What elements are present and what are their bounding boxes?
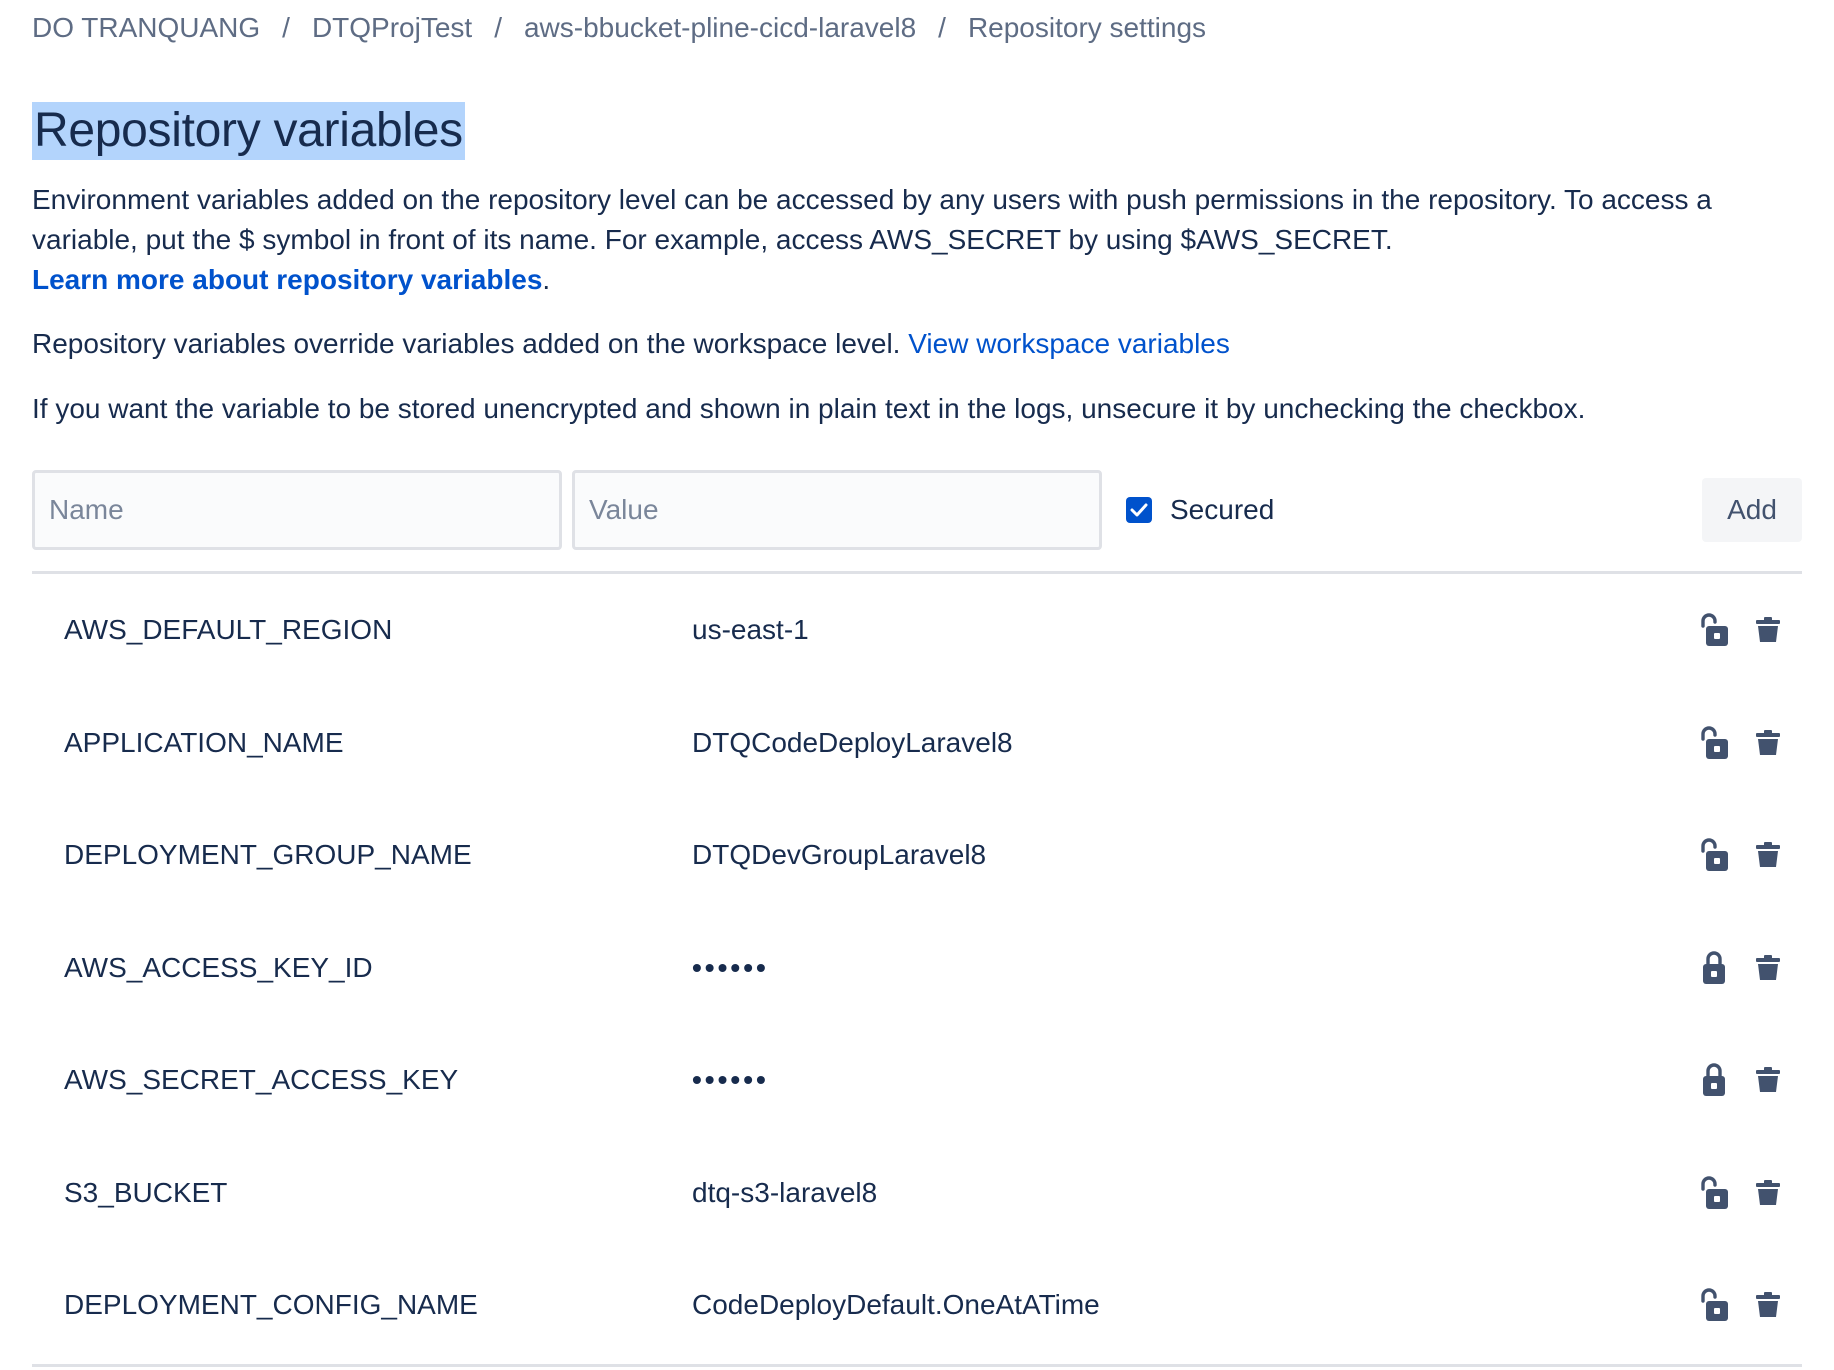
trash-icon[interactable] [1748,1062,1788,1098]
table-row: APPLICATION_NAME DTQCodeDeployLaravel8 [32,687,1802,800]
unlock-icon[interactable] [1694,837,1734,873]
override-text: Repository variables override variables … [32,328,901,359]
learn-more-suffix: . [542,264,551,295]
repository-variables-page: DO TRANQUANG / DTQProjTest / aws-bbucket… [0,0,1834,1370]
breadcrumb-separator: / [938,12,946,43]
variable-name: APPLICATION_NAME [64,726,344,758]
breadcrumb-item-project[interactable]: DTQProjTest [312,12,472,44]
variable-value: us-east-1 [692,614,809,645]
variable-value-input[interactable] [572,470,1102,550]
checkmark-icon [1130,503,1148,517]
trash-icon[interactable] [1748,612,1788,648]
row-actions [1694,1287,1788,1323]
table-row: AWS_ACCESS_KEY_ID •••••• [32,912,1802,1025]
variable-name: DEPLOYMENT_GROUP_NAME [64,839,472,870]
breadcrumb-item-repository[interactable]: aws-bbucket-pline-cicd-laravel8 [524,12,916,44]
row-actions [1694,1175,1788,1211]
row-actions [1694,837,1788,873]
variable-value-masked: •••••• [692,951,769,983]
row-actions [1694,1062,1788,1098]
variable-value: DTQDevGroupLaravel8 [692,839,987,870]
variable-value: DTQCodeDeployLaravel8 [692,726,1013,758]
row-actions [1694,612,1788,648]
page-title: Repository variables [32,102,465,160]
variable-value: dtq-s3-laravel8 [692,1176,878,1208]
lock-icon[interactable] [1694,1062,1734,1098]
table-row: DEPLOYMENT_CONFIG_NAME CodeDeployDefault… [32,1249,1802,1362]
lock-icon[interactable] [1694,950,1734,986]
unlock-icon[interactable] [1694,1287,1734,1323]
row-actions [1694,725,1788,761]
table-row: S3_BUCKET dtq-s3-laravel8 [32,1137,1802,1250]
breadcrumb-item-settings[interactable]: Repository settings [968,12,1206,44]
intro-paragraph: Environment variables added on the repos… [32,180,1812,300]
trash-icon[interactable] [1748,1175,1788,1211]
unlock-icon[interactable] [1694,612,1734,648]
variable-name: AWS_SECRET_ACCESS_KEY [64,1064,459,1095]
breadcrumb: DO TRANQUANG / DTQProjTest / aws-bbucket… [32,12,1206,44]
unsecure-paragraph: If you want the variable to be stored un… [32,393,1586,424]
table-row: AWS_DEFAULT_REGION us-east-1 [32,574,1802,687]
unlock-icon[interactable] [1694,1175,1734,1211]
unlock-icon[interactable] [1694,725,1734,761]
variable-value-masked: •••••• [692,1064,769,1095]
breadcrumb-separator: / [494,12,502,43]
add-variable-form: Secured Add [32,470,1802,550]
table-row: DEPLOYMENT_GROUP_NAME DTQDevGroupLaravel… [32,799,1802,912]
variable-value: CodeDeployDefault.OneAtATime [692,1289,1100,1320]
add-variable-button[interactable]: Add [1702,478,1802,542]
trash-icon[interactable] [1748,1287,1788,1323]
variables-table: AWS_DEFAULT_REGION us-east-1 APPLICATION… [32,574,1802,1362]
breadcrumb-separator: / [282,12,290,43]
variable-name-input[interactable] [32,470,562,550]
view-workspace-variables-link[interactable]: View workspace variables [908,328,1230,359]
override-paragraph: Repository variables override variables … [32,324,1812,364]
breadcrumb-item-workspace[interactable]: DO TRANQUANG [32,12,260,44]
trash-icon[interactable] [1748,725,1788,761]
checkbox-box[interactable] [1126,497,1152,523]
trash-icon[interactable] [1748,950,1788,986]
secured-checkbox[interactable]: Secured [1126,470,1274,550]
learn-more-link[interactable]: Learn more about repository variables [32,264,542,295]
row-actions [1694,950,1788,986]
variable-name: AWS_ACCESS_KEY_ID [64,951,373,983]
variable-name: S3_BUCKET [64,1176,228,1208]
table-row: AWS_SECRET_ACCESS_KEY •••••• [32,1024,1802,1137]
variable-name: DEPLOYMENT_CONFIG_NAME [64,1289,478,1320]
secured-label: Secured [1170,494,1275,525]
variable-name: AWS_DEFAULT_REGION [64,614,393,645]
table-bottom-divider [32,1364,1802,1367]
intro-text: Environment variables added on the repos… [32,184,1712,255]
trash-icon[interactable] [1748,837,1788,873]
